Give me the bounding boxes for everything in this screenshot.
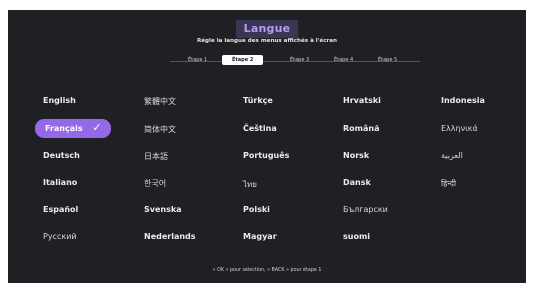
language-label: Français <box>45 124 83 133</box>
language-option-suomi[interactable]: suomi <box>343 232 370 241</box>
title-wrap: Langue <box>8 17 526 38</box>
checkmark-icon: ✓ <box>92 121 102 134</box>
language-option-norsk[interactable]: Norsk <box>343 151 369 160</box>
language-option-russian[interactable]: Pусский <box>43 232 77 241</box>
language-option-deutsch[interactable]: Deutsch <box>43 151 80 160</box>
language-option-korean[interactable]: 한국어 <box>144 178 166 189</box>
language-option-indonesia[interactable]: Indonesia <box>441 96 485 105</box>
language-option-greek[interactable]: Ελληνικά <box>441 124 478 133</box>
language-option-italiano[interactable]: Italiano <box>43 178 77 187</box>
language-option-turkce[interactable]: Türkçe <box>243 96 273 105</box>
language-option-francais-selected[interactable]: Français ✓ <box>35 119 111 138</box>
language-option-magyar[interactable]: Magyar <box>243 232 277 241</box>
step-2-active: Étape 2 <box>222 55 264 65</box>
page-subtitle: Régle la langue des menus affichés à l'é… <box>196 38 338 44</box>
language-option-japanese[interactable]: 日本語 <box>144 151 168 162</box>
language-option-hrvatski[interactable]: Hrvatski <box>343 96 381 105</box>
language-option-portugues[interactable]: Português <box>243 151 289 160</box>
step-5: Étape 5 <box>378 57 398 63</box>
language-option-hindi[interactable]: हिन्दी <box>441 178 456 189</box>
language-option-polski[interactable]: Polski <box>243 205 270 214</box>
language-option-thai[interactable]: ไทย <box>243 178 257 191</box>
language-option-cestina[interactable]: Čeština <box>243 124 277 133</box>
language-option-svenska[interactable]: Svenska <box>144 205 182 214</box>
step-1: Étape 1 <box>188 57 208 63</box>
language-setup-screen: Langue Régle la langue des menus affiché… <box>8 10 526 283</box>
footer-hint: « OK » pour sélection, « BACK » pour éta… <box>212 268 322 273</box>
language-option-romana[interactable]: Română <box>343 124 379 133</box>
language-option-english[interactable]: English <box>43 96 76 105</box>
step-4: Étape 4 <box>334 57 354 63</box>
step-indicator: Étape 1 Étape 2 Étape 3 Étape 4 Étape 5 <box>170 54 428 68</box>
language-option-simplified-chinese[interactable]: 简体中文 <box>144 124 176 135</box>
page-title: Langue <box>235 20 299 38</box>
step-3: Étape 3 <box>290 57 310 63</box>
language-option-espanol[interactable]: Español <box>43 205 78 214</box>
language-option-dansk[interactable]: Dansk <box>343 178 371 187</box>
language-option-traditional-chinese[interactable]: 繁體中文 <box>144 96 176 107</box>
language-option-bulgarian[interactable]: Български <box>343 205 388 214</box>
language-option-nederlands[interactable]: Nederlands <box>144 232 196 241</box>
language-option-arabic[interactable]: العربية <box>441 151 463 160</box>
